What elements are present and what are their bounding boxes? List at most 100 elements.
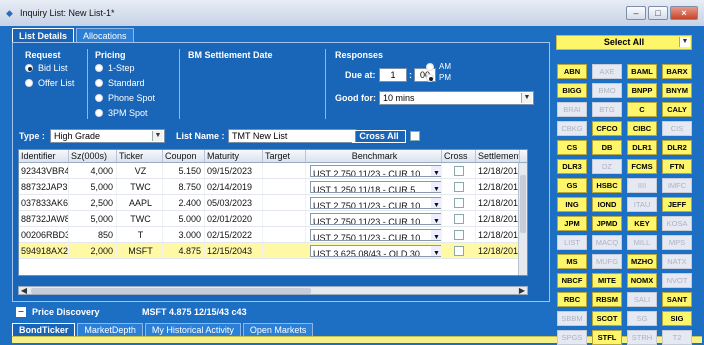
pricing-3pm-spot-radio[interactable]: 3PM Spot bbox=[95, 108, 148, 118]
dealer-button-nvot[interactable]: NVOT bbox=[662, 273, 692, 288]
dealer-button-sig[interactable]: SIG bbox=[662, 311, 692, 326]
tab-list-details[interactable]: List Details bbox=[12, 28, 75, 42]
column-header[interactable]: Ticker bbox=[117, 150, 163, 162]
dealer-button-dlr3[interactable]: DLR3 bbox=[557, 159, 587, 174]
dealer-button-abn[interactable]: ABN bbox=[557, 64, 587, 79]
cross-all-checkbox[interactable] bbox=[410, 131, 420, 141]
table-row[interactable]: 037833AK6 2,500 AAPL 2.400 05/03/2023 US… bbox=[19, 195, 527, 211]
column-header[interactable]: Coupon bbox=[163, 150, 205, 162]
column-header[interactable]: Identifier bbox=[19, 150, 69, 162]
dealer-button-nbcf[interactable]: NBCF bbox=[557, 273, 587, 288]
cross-checkbox[interactable] bbox=[453, 198, 464, 208]
benchmark-dropdown[interactable]: UST 2.750 11/23 - CUR 10 ▼ bbox=[310, 213, 441, 225]
benchmark-dropdown[interactable]: UST 3.625 08/43 - OLD 30 ▼ bbox=[310, 245, 441, 257]
tab-open-markets[interactable]: Open Markets bbox=[242, 323, 314, 336]
dealer-button-axe[interactable]: AXE bbox=[592, 64, 622, 79]
column-header[interactable]: Settlement bbox=[476, 150, 520, 162]
dealer-button-caly[interactable]: CALY bbox=[662, 102, 692, 117]
dealer-button-macq[interactable]: MACQ bbox=[592, 235, 622, 250]
tab-my-historical-activity[interactable]: My Historical Activity bbox=[144, 323, 241, 336]
dealer-button-rbc[interactable]: RBC bbox=[557, 292, 587, 307]
dealer-button-cfco[interactable]: CFCO bbox=[592, 121, 622, 136]
dealer-button-cis[interactable]: CIS bbox=[662, 121, 692, 136]
dealer-button-mps[interactable]: MPS bbox=[662, 235, 692, 250]
dealer-button-cs[interactable]: CS bbox=[557, 140, 587, 155]
table-row-selected[interactable]: 594918AX2 2,000 MSFT 4.875 12/15/2043 US… bbox=[19, 243, 527, 259]
pricing-1step-radio[interactable]: 1-Step bbox=[95, 63, 135, 73]
cross-checkbox[interactable] bbox=[453, 182, 464, 192]
table-row[interactable]: 88732JAP3 5,000 TWC 8.750 02/14/2019 UST… bbox=[19, 179, 527, 195]
dealer-button-hsbc[interactable]: HSBC bbox=[592, 178, 622, 193]
dealer-button-itau[interactable]: ITAU bbox=[627, 197, 657, 212]
scroll-thumb[interactable] bbox=[520, 175, 526, 233]
dealer-button-bigg[interactable]: BIGG bbox=[557, 83, 587, 98]
target-cell[interactable] bbox=[263, 211, 306, 226]
tab-bondticker[interactable]: BondTicker bbox=[12, 323, 76, 336]
dealer-button-baml[interactable]: BAML bbox=[627, 64, 657, 79]
target-cell[interactable] bbox=[263, 163, 306, 178]
column-header[interactable]: Maturity bbox=[205, 150, 263, 162]
pricing-phone-spot-radio[interactable]: Phone Spot bbox=[95, 93, 155, 103]
dealer-button-sbbm[interactable]: SBBM bbox=[557, 311, 587, 326]
minimize-button[interactable]: – bbox=[626, 6, 646, 20]
horizontal-scrollbar[interactable]: ◀ ▶ bbox=[18, 286, 528, 295]
scroll-thumb[interactable] bbox=[31, 288, 311, 294]
scroll-left-icon[interactable]: ◀ bbox=[19, 286, 29, 295]
maximize-button[interactable]: □ bbox=[648, 6, 668, 20]
dealer-button-dlr2[interactable]: DLR2 bbox=[662, 140, 692, 155]
cross-checkbox[interactable] bbox=[453, 166, 464, 176]
cross-checkbox[interactable] bbox=[453, 214, 464, 224]
bid-list-radio[interactable]: Bid List bbox=[25, 63, 68, 73]
dealer-button-kosa[interactable]: KOSA bbox=[662, 216, 692, 231]
dealer-button-scot[interactable]: SCOT bbox=[592, 311, 622, 326]
dealer-button-jpm[interactable]: JPM bbox=[557, 216, 587, 231]
table-row[interactable]: 92343VBR4 4,000 VZ 5.150 09/15/2023 UST … bbox=[19, 163, 527, 179]
good-for-dropdown[interactable]: 10 mins ▼ bbox=[379, 91, 534, 105]
dealer-button-iond[interactable]: IOND bbox=[592, 197, 622, 212]
dealer-button-fcms[interactable]: FCMS bbox=[627, 159, 657, 174]
target-cell[interactable] bbox=[263, 243, 306, 258]
dealer-button-bnpp[interactable]: BNPP bbox=[627, 83, 657, 98]
cross-checkbox[interactable] bbox=[453, 246, 464, 256]
pricing-standard-radio[interactable]: Standard bbox=[95, 78, 145, 88]
dealer-button-key[interactable]: KEY bbox=[627, 216, 657, 231]
dealer-button-brai[interactable]: BRAI bbox=[557, 102, 587, 117]
dealer-button-mite[interactable]: MITE bbox=[592, 273, 622, 288]
dealer-button-jpmd[interactable]: JPMD bbox=[592, 216, 622, 231]
scroll-right-icon[interactable]: ▶ bbox=[517, 286, 527, 295]
dealer-button-sg[interactable]: SG bbox=[627, 311, 657, 326]
dealer-button-bnym[interactable]: BNYM bbox=[662, 83, 692, 98]
dealer-button-ms[interactable]: MS bbox=[557, 254, 587, 269]
target-cell[interactable] bbox=[263, 195, 306, 210]
type-dropdown[interactable]: High Grade ▼ bbox=[50, 129, 165, 143]
dealer-button-mill[interactable]: MILL bbox=[627, 235, 657, 250]
column-header[interactable]: Sz(000s) bbox=[69, 150, 117, 162]
tab-marketdepth[interactable]: MarketDepth bbox=[77, 323, 143, 336]
dealer-button-nomx[interactable]: NOMX bbox=[627, 273, 657, 288]
column-header[interactable]: Cross bbox=[442, 150, 476, 162]
list-name-input[interactable]: TMT New List bbox=[228, 129, 356, 143]
dealer-button-sant[interactable]: SANT bbox=[662, 292, 692, 307]
table-row[interactable]: 00206RBD3 850 T 3.000 02/15/2022 UST 2.7… bbox=[19, 227, 527, 243]
dealer-button-dlr1[interactable]: DLR1 bbox=[627, 140, 657, 155]
column-header[interactable]: Target bbox=[263, 150, 306, 162]
dealer-button-c[interactable]: C bbox=[627, 102, 657, 117]
collapse-icon[interactable]: – bbox=[16, 307, 26, 317]
benchmark-dropdown[interactable]: UST 2.750 11/23 - CUR 10 ▼ bbox=[310, 229, 441, 241]
dealer-button-imfc[interactable]: IMFC bbox=[662, 178, 692, 193]
dealer-button-ftn[interactable]: FTN bbox=[662, 159, 692, 174]
cross-all-button[interactable]: Cross All bbox=[352, 130, 406, 143]
dealer-button-mzho[interactable]: MZHO bbox=[627, 254, 657, 269]
due-hour-field[interactable]: 1 bbox=[379, 68, 407, 82]
dealer-button-ing[interactable]: ING bbox=[557, 197, 587, 212]
dealer-button-barx[interactable]: BARX bbox=[662, 64, 692, 79]
dealer-button-bmo[interactable]: BMO bbox=[592, 83, 622, 98]
benchmark-dropdown[interactable]: UST 2.750 11/23 - CUR 10 ▼ bbox=[310, 165, 441, 177]
dealer-button-dz[interactable]: DZ bbox=[592, 159, 622, 174]
target-cell[interactable] bbox=[263, 179, 306, 194]
benchmark-dropdown[interactable]: UST 1.250 11/18 - CUR 5 ▼ bbox=[310, 181, 441, 193]
column-header[interactable]: Benchmark bbox=[306, 150, 442, 162]
dealer-button-jeff[interactable]: JEFF bbox=[662, 197, 692, 212]
vertical-scrollbar[interactable] bbox=[518, 163, 527, 275]
dealer-button-natx[interactable]: NATX bbox=[662, 254, 692, 269]
